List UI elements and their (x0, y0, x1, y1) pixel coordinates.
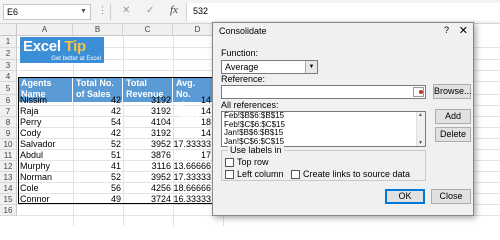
value-cell[interactable]: 3952 (123, 172, 173, 183)
all-references-label: All references: (221, 100, 279, 110)
row-header[interactable]: 2 (0, 48, 17, 60)
browse-button[interactable]: Browse... (433, 84, 472, 99)
row-header[interactable]: 11 (0, 150, 17, 161)
create-links-label: Create links to source data (303, 169, 411, 179)
formula-bar: E6 ▼ ⋮ ✕ ✓ fx 532 (0, 0, 500, 24)
agent-name-cell[interactable]: Cody (18, 128, 73, 139)
value-cell[interactable]: 51 (73, 150, 123, 161)
close-button[interactable]: Close (431, 189, 471, 204)
ok-button[interactable]: OK (385, 189, 425, 204)
row-header[interactable]: 10 (0, 139, 17, 150)
value-cell[interactable]: 13.66666 (173, 161, 213, 172)
value-cell[interactable]: 3952 (123, 139, 173, 150)
chevron-down-icon[interactable]: ▼ (305, 61, 317, 73)
column-header-c[interactable]: C (123, 24, 173, 36)
column-header-b[interactable]: B (73, 24, 123, 36)
value-cell[interactable]: 4256 (123, 183, 173, 194)
scroll-up-icon[interactable]: ▲ (418, 112, 423, 118)
value-cell[interactable]: 17.33333 (173, 139, 213, 150)
close-icon[interactable]: ✕ (459, 24, 468, 37)
row-header[interactable]: 6 (0, 95, 17, 106)
function-select[interactable]: Average ▼ (221, 60, 318, 74)
column-header-a[interactable]: A (17, 24, 73, 36)
value-cell[interactable]: 18.66666 (173, 183, 213, 194)
delete-button[interactable]: Delete (435, 127, 471, 142)
agent-name-cell[interactable]: Connor (18, 194, 73, 205)
value-cell[interactable]: 14 (173, 95, 213, 106)
value-cell[interactable]: 16.33333 (173, 194, 213, 205)
create-links-checkbox[interactable] (291, 170, 300, 179)
value-cell[interactable]: 14 (173, 128, 213, 139)
row-header[interactable]: 15 (0, 194, 17, 205)
value-cell[interactable]: 3116 (123, 161, 173, 172)
left-column-checkbox[interactable] (225, 170, 234, 179)
formula-bar-divider (110, 4, 111, 20)
help-button[interactable]: ? (444, 25, 449, 35)
value-cell[interactable]: 42 (73, 95, 123, 106)
value-cell[interactable]: 14 (173, 106, 213, 117)
agent-name-cell[interactable]: Salvador (18, 139, 73, 150)
agent-name-cell[interactable]: Raja (18, 106, 73, 117)
all-references-list[interactable]: Feb!$B$6:$B$15 Feb!$C$6:$C$15 Jan!$B$6:$… (221, 111, 426, 147)
dialog-title: Consolidate (219, 26, 267, 36)
value-cell[interactable]: 52 (73, 139, 123, 150)
value-cell[interactable]: 49 (73, 194, 123, 205)
value-cell[interactable]: 42 (73, 128, 123, 139)
agent-name-cell[interactable]: Perry (18, 117, 73, 128)
function-label: Function: (221, 48, 259, 58)
left-column-label: Left column (237, 169, 284, 179)
add-button[interactable]: Add (435, 109, 471, 124)
consolidate-dialog: Consolidate ? ✕ Function: Average ▼ Refe… (212, 22, 474, 216)
value-cell[interactable]: 18 (173, 117, 213, 128)
select-all-corner[interactable] (0, 24, 17, 36)
row-header[interactable]: 4 (0, 71, 17, 82)
row-header[interactable]: 3 (0, 60, 17, 71)
top-row-checkbox[interactable] (225, 158, 234, 167)
agent-name-cell[interactable]: Murphy (18, 161, 73, 172)
formula-input[interactable]: 532 (186, 3, 500, 21)
value-cell[interactable]: 54 (73, 117, 123, 128)
value-cell[interactable]: 3724 (123, 194, 173, 205)
value-cell[interactable]: 3192 (123, 128, 173, 139)
use-labels-label: Use labels in (228, 145, 284, 155)
value-cell[interactable]: 3876 (123, 150, 173, 161)
top-row-label: Top row (237, 157, 269, 167)
value-cell[interactable]: 56 (73, 183, 123, 194)
row-header[interactable]: 16 (0, 205, 17, 216)
row-header[interactable]: 8 (0, 117, 17, 128)
row-header[interactable]: 12 (0, 161, 17, 172)
insert-function-icon[interactable]: fx (170, 4, 178, 16)
value-cell[interactable]: 17.33333 (173, 172, 213, 183)
value-cell[interactable]: 4104 (123, 117, 173, 128)
logo-text: Excel Tip (23, 38, 86, 55)
value-cell[interactable]: 3192 (123, 106, 173, 117)
name-box-dropdown-icon[interactable]: ▼ (80, 4, 87, 20)
row-header[interactable]: 9 (0, 128, 17, 139)
agent-name-cell[interactable]: Norman (18, 172, 73, 183)
enter-icon[interactable]: ✓ (146, 5, 154, 16)
references-scrollbar[interactable]: ▲ ▼ (416, 112, 425, 146)
more-options-icon[interactable]: ⋮ (98, 5, 107, 16)
range-picker-icon[interactable] (413, 87, 424, 97)
row-header[interactable]: 13 (0, 172, 17, 183)
agent-name-cell[interactable]: Abdul (18, 150, 73, 161)
logo-tagline: Get better at Excel (51, 56, 101, 62)
row-header[interactable]: 1 (0, 36, 17, 48)
reference-input[interactable] (221, 85, 426, 99)
cancel-icon[interactable]: ✕ (122, 5, 130, 16)
row-header[interactable]: 5 (0, 82, 17, 95)
agent-name-cell[interactable]: Cole (18, 183, 73, 194)
exceltip-logo: Excel Tip Get better at Excel (20, 37, 104, 63)
row-header[interactable]: 7 (0, 106, 17, 117)
name-box[interactable]: E6 (3, 4, 91, 20)
agent-name-cell[interactable]: Nissim (18, 95, 73, 106)
row-header[interactable]: 14 (0, 183, 17, 194)
reference-label: Reference: (221, 74, 266, 84)
value-cell[interactable]: 41 (73, 161, 123, 172)
value-cell[interactable]: 52 (73, 172, 123, 183)
value-cell[interactable]: 17 (173, 150, 213, 161)
value-cell[interactable]: 42 (73, 106, 123, 117)
value-cell[interactable]: 3192 (123, 95, 173, 106)
scroll-down-icon[interactable]: ▼ (418, 140, 423, 146)
